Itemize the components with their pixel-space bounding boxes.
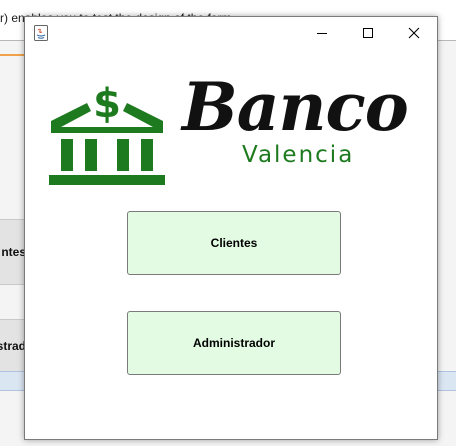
- svg-text:$: $: [93, 81, 121, 127]
- close-button[interactable]: [391, 17, 437, 49]
- maximize-button[interactable]: [345, 17, 391, 49]
- ide-side-button-1-label: ntes: [1, 245, 26, 259]
- app-window: $ Banco Valencia Clientes Administrador: [24, 16, 438, 440]
- java-icon: [34, 25, 48, 41]
- ide-side-button-2-label: strad: [0, 339, 26, 353]
- maximize-icon: [363, 28, 373, 38]
- ide-tab-indicator: [0, 54, 26, 56]
- administrador-button[interactable]: Administrador: [127, 311, 341, 375]
- logo-subtitle: Valencia: [242, 142, 355, 168]
- close-icon: [408, 27, 420, 39]
- minimize-button[interactable]: [299, 17, 345, 49]
- clientes-button[interactable]: Clientes: [127, 211, 341, 275]
- logo-wordmark: Banco: [182, 68, 409, 146]
- minimize-icon: [317, 33, 327, 34]
- title-bar[interactable]: [25, 17, 437, 49]
- ide-side-button-1[interactable]: ntes: [0, 219, 26, 285]
- ide-side-button-2[interactable]: strad: [0, 319, 26, 373]
- bank-dollar-icon: $: [49, 81, 165, 185]
